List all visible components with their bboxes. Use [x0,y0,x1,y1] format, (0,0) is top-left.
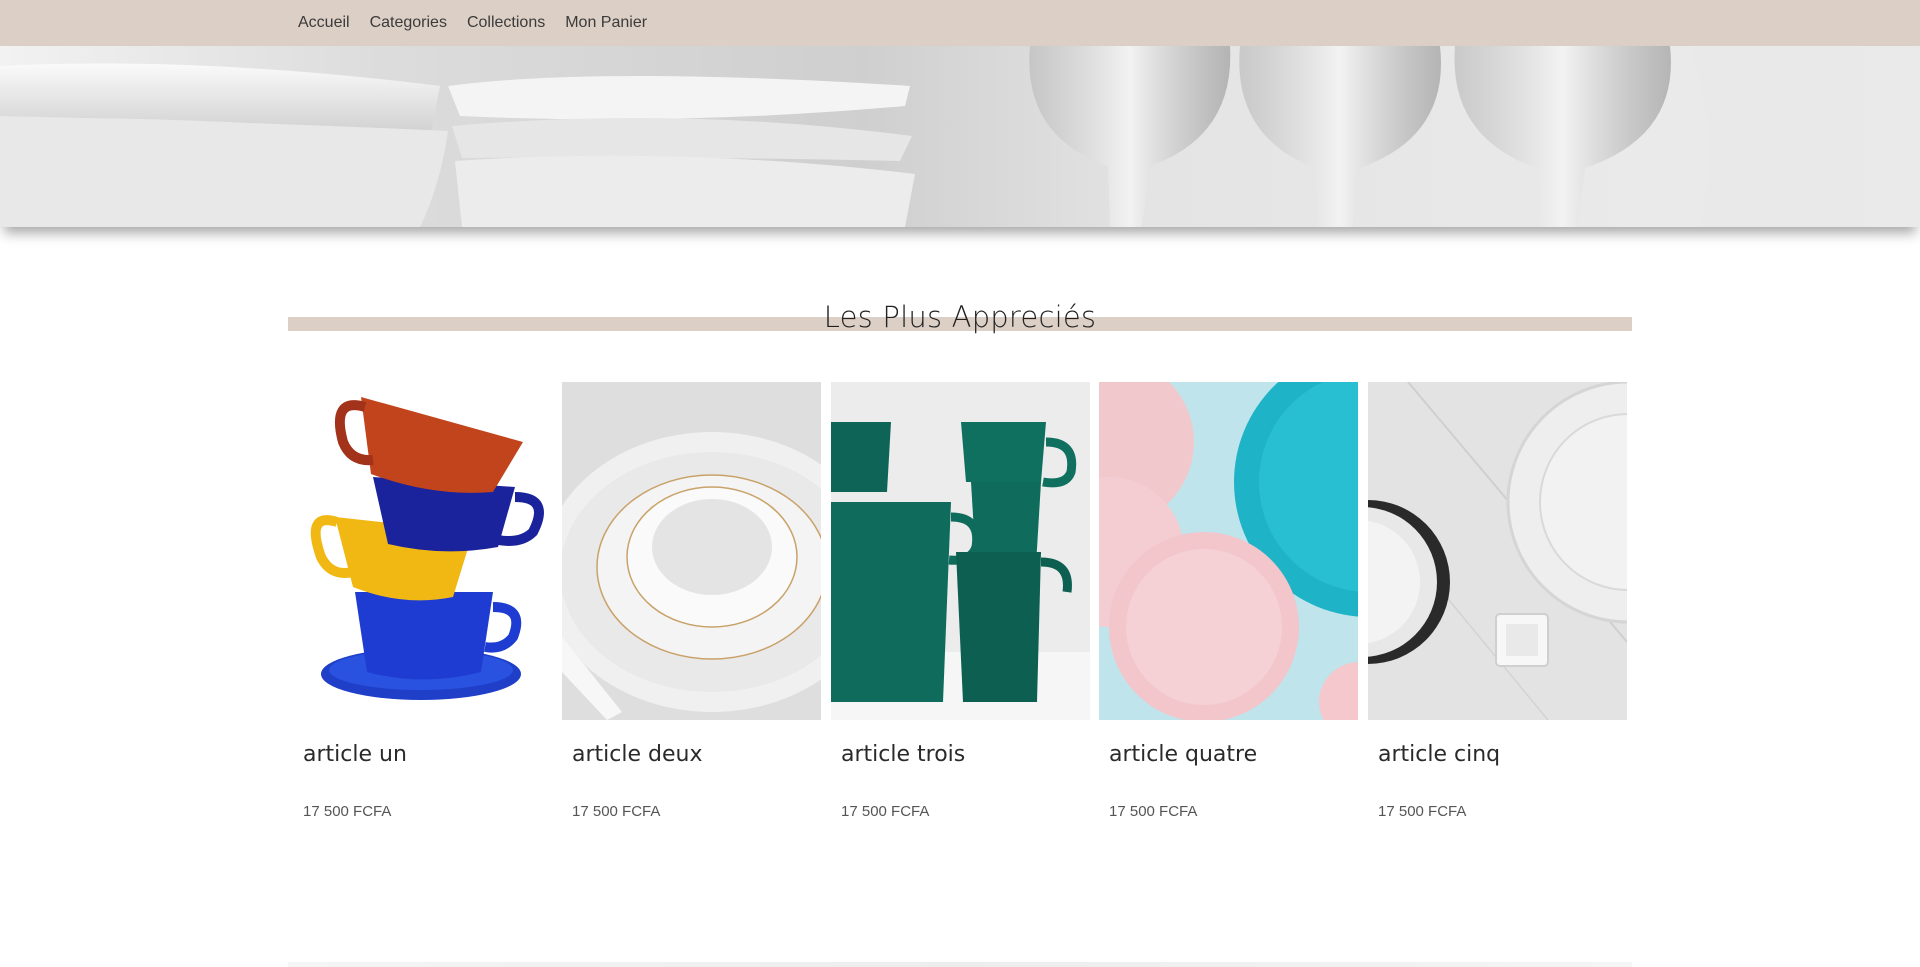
product-grid: article un 17 500 FCFA article deux 17 5… [293,382,1633,842]
product-name[interactable]: article quatre [1109,742,1257,767]
nav-menu: Accueil Categories Collections Mon Panie… [298,0,667,46]
product-name[interactable]: article deux [572,742,702,767]
product-card[interactable]: article un 17 500 FCFA [293,382,552,842]
product-image-colorful-teacups[interactable] [293,382,552,720]
nav-item-collections[interactable]: Collections [467,14,545,32]
top-navigation: Accueil Categories Collections Mon Panie… [0,0,1920,46]
product-price: 17 500 FCFA [841,803,930,820]
product-card[interactable]: article trois 17 500 FCFA [831,382,1090,842]
nav-item-categories[interactable]: Categories [370,14,447,32]
product-card[interactable]: article cinq 17 500 FCFA [1368,382,1627,842]
product-image-plates-on-marble[interactable] [1368,382,1627,720]
product-image-white-porcelain-bowl[interactable] [562,382,821,720]
hero-banner-image [0,46,1920,227]
nav-item-accueil[interactable]: Accueil [298,14,350,32]
product-name[interactable]: article cinq [1378,742,1500,767]
product-image-green-mugs[interactable] [831,382,1090,720]
product-image-pink-turquoise-plates[interactable] [1099,382,1358,720]
product-card[interactable]: article deux 17 500 FCFA [562,382,821,842]
product-price: 17 500 FCFA [1109,803,1198,820]
product-price: 17 500 FCFA [1378,803,1467,820]
bottom-divider [288,962,1632,967]
product-name[interactable]: article un [303,742,407,767]
section-title-text: Les Plus Appreciés [823,300,1097,334]
product-name[interactable]: article trois [841,742,965,767]
nav-item-mon-panier[interactable]: Mon Panier [565,14,647,32]
section-title: Les Plus Appreciés [0,300,1920,334]
product-price: 17 500 FCFA [303,803,392,820]
product-price: 17 500 FCFA [572,803,661,820]
product-card[interactable]: article quatre 17 500 FCFA [1099,382,1358,842]
